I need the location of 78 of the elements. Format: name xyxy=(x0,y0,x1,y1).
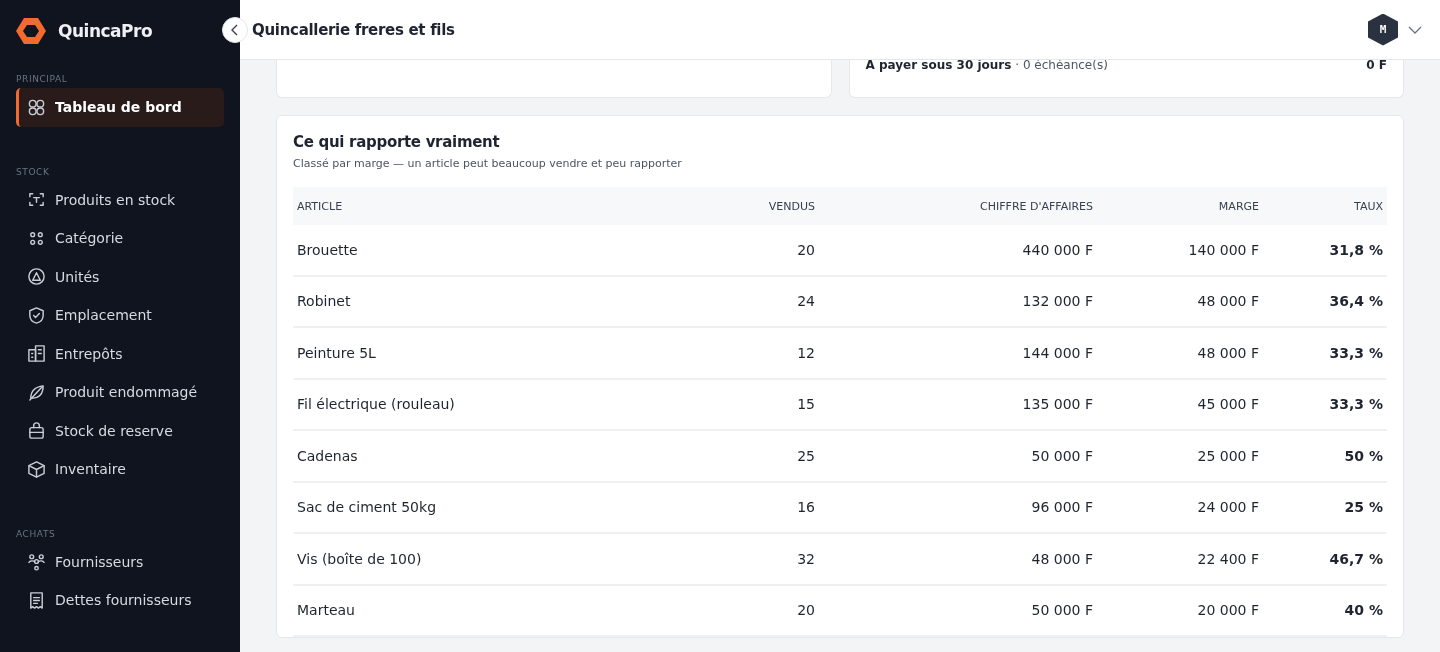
table-cell: Cadenas xyxy=(293,431,703,483)
table-cell: 144 000 F xyxy=(819,328,1097,380)
table-cell: 33,3 % xyxy=(1263,328,1387,380)
sidebar-item[interactable]: Emplacement xyxy=(16,296,224,335)
table-cell: Marteau xyxy=(293,585,703,637)
table-cell: 22 400 F xyxy=(1097,534,1263,586)
table-cell: 46,7 % xyxy=(1263,534,1387,586)
table-cell: 40 % xyxy=(1263,585,1387,637)
table-cell: Fil électrique (rouleau) xyxy=(293,379,703,431)
sidebar-item[interactable]: Dettes fournisseurs xyxy=(16,581,224,620)
sidebar-item[interactable]: Inventaire xyxy=(16,450,224,489)
table-cell: 50 000 F xyxy=(819,431,1097,483)
table-cell: 20 000 F xyxy=(1097,585,1263,637)
people-icon xyxy=(27,552,46,572)
column-header: MARGE xyxy=(1097,187,1263,225)
table-cell: 15 xyxy=(703,379,819,431)
table-cell: 25 % xyxy=(1263,482,1387,534)
column-header: ARTICLE xyxy=(293,187,703,225)
table-cell: 48 000 F xyxy=(819,534,1097,586)
page-title: Quincallerie freres et fils xyxy=(252,20,456,39)
payables-amount: 0 F xyxy=(1366,60,1387,74)
leaf-icon xyxy=(27,382,46,402)
chevron-left-icon xyxy=(230,24,240,36)
bag-icon xyxy=(27,421,46,441)
table-cell: 36,4 % xyxy=(1263,276,1387,328)
column-header: VENDUS xyxy=(703,187,819,225)
column-header: CHIFFRE D'AFFAIRES xyxy=(819,187,1097,225)
table-cell: 24 000 F xyxy=(1097,482,1263,534)
table-cell: Sac de ciment 50kg xyxy=(293,482,703,534)
receipt-icon xyxy=(27,590,46,610)
table-cell: 135 000 F xyxy=(819,379,1097,431)
table-cell: 50 % xyxy=(1263,431,1387,483)
table-cell: 12 xyxy=(703,328,819,380)
table-cell: 48 000 F xyxy=(1097,276,1263,328)
table-cell: 50 000 F xyxy=(819,585,1097,637)
table-cell: 25 xyxy=(703,431,819,483)
section-label: ACHATS xyxy=(16,528,57,539)
sidebar-item[interactable]: Fournisseurs xyxy=(16,542,224,581)
user-avatar[interactable]: M xyxy=(1368,13,1398,46)
table-cell: Peinture 5L xyxy=(293,328,703,380)
payables-text: A payer sous 30 jours · 0 échéance(s) xyxy=(865,60,1108,74)
table-cell: Robinet xyxy=(293,276,703,328)
table-cell: 24 xyxy=(703,276,819,328)
sidebar-item[interactable]: Produit endommagé xyxy=(16,373,224,412)
sidebar-item[interactable]: Catégorie xyxy=(16,219,224,258)
chevron-down-icon[interactable] xyxy=(1408,25,1422,34)
triangle-circle-icon xyxy=(27,267,46,287)
sidebar-item[interactable]: Stock de reserve xyxy=(16,411,224,450)
shield-check-icon xyxy=(27,305,46,325)
section-label: PRINCIPAL xyxy=(16,74,69,84)
table-cell: 48 000 F xyxy=(1097,328,1263,380)
table-cell: 140 000 F xyxy=(1097,225,1263,277)
building-icon xyxy=(27,344,46,364)
sidebar-item[interactable]: Unités xyxy=(16,257,224,296)
sidebar-item[interactable]: Tableau de bord xyxy=(16,88,224,127)
table-cell: 25 000 F xyxy=(1097,431,1263,483)
sidebar-item[interactable]: Produits en stock xyxy=(16,180,224,219)
table-cell: Vis (boîte de 100) xyxy=(293,534,703,586)
grid-icon xyxy=(27,97,46,117)
table-cell: 96 000 F xyxy=(819,482,1097,534)
sidebar-item[interactable]: Entrepôts xyxy=(16,334,224,373)
logo-icon xyxy=(16,17,46,45)
table-cell: 132 000 F xyxy=(819,276,1097,328)
box-icon xyxy=(27,459,46,479)
table-cell: 20 xyxy=(703,585,819,637)
table-cell: 440 000 F xyxy=(819,225,1097,277)
table-cell: 32 xyxy=(703,534,819,586)
table-cell: 16 xyxy=(703,482,819,534)
table-cell: 33,3 % xyxy=(1263,379,1387,431)
card-title: Ce qui rapporte vraiment xyxy=(293,133,501,151)
column-header: TAUX xyxy=(1263,187,1387,225)
table-cell: Brouette xyxy=(293,225,703,277)
section-label: STOCK xyxy=(16,166,51,177)
table-cell: 20 xyxy=(703,225,819,277)
table-cell: 31,8 % xyxy=(1263,225,1387,277)
brand-name: QuincaPro xyxy=(58,21,153,41)
table-cell: 45 000 F xyxy=(1097,379,1263,431)
card-subtitle: Classé par marge — un article peut beaucoup vendre et peu rapporter xyxy=(293,157,683,170)
